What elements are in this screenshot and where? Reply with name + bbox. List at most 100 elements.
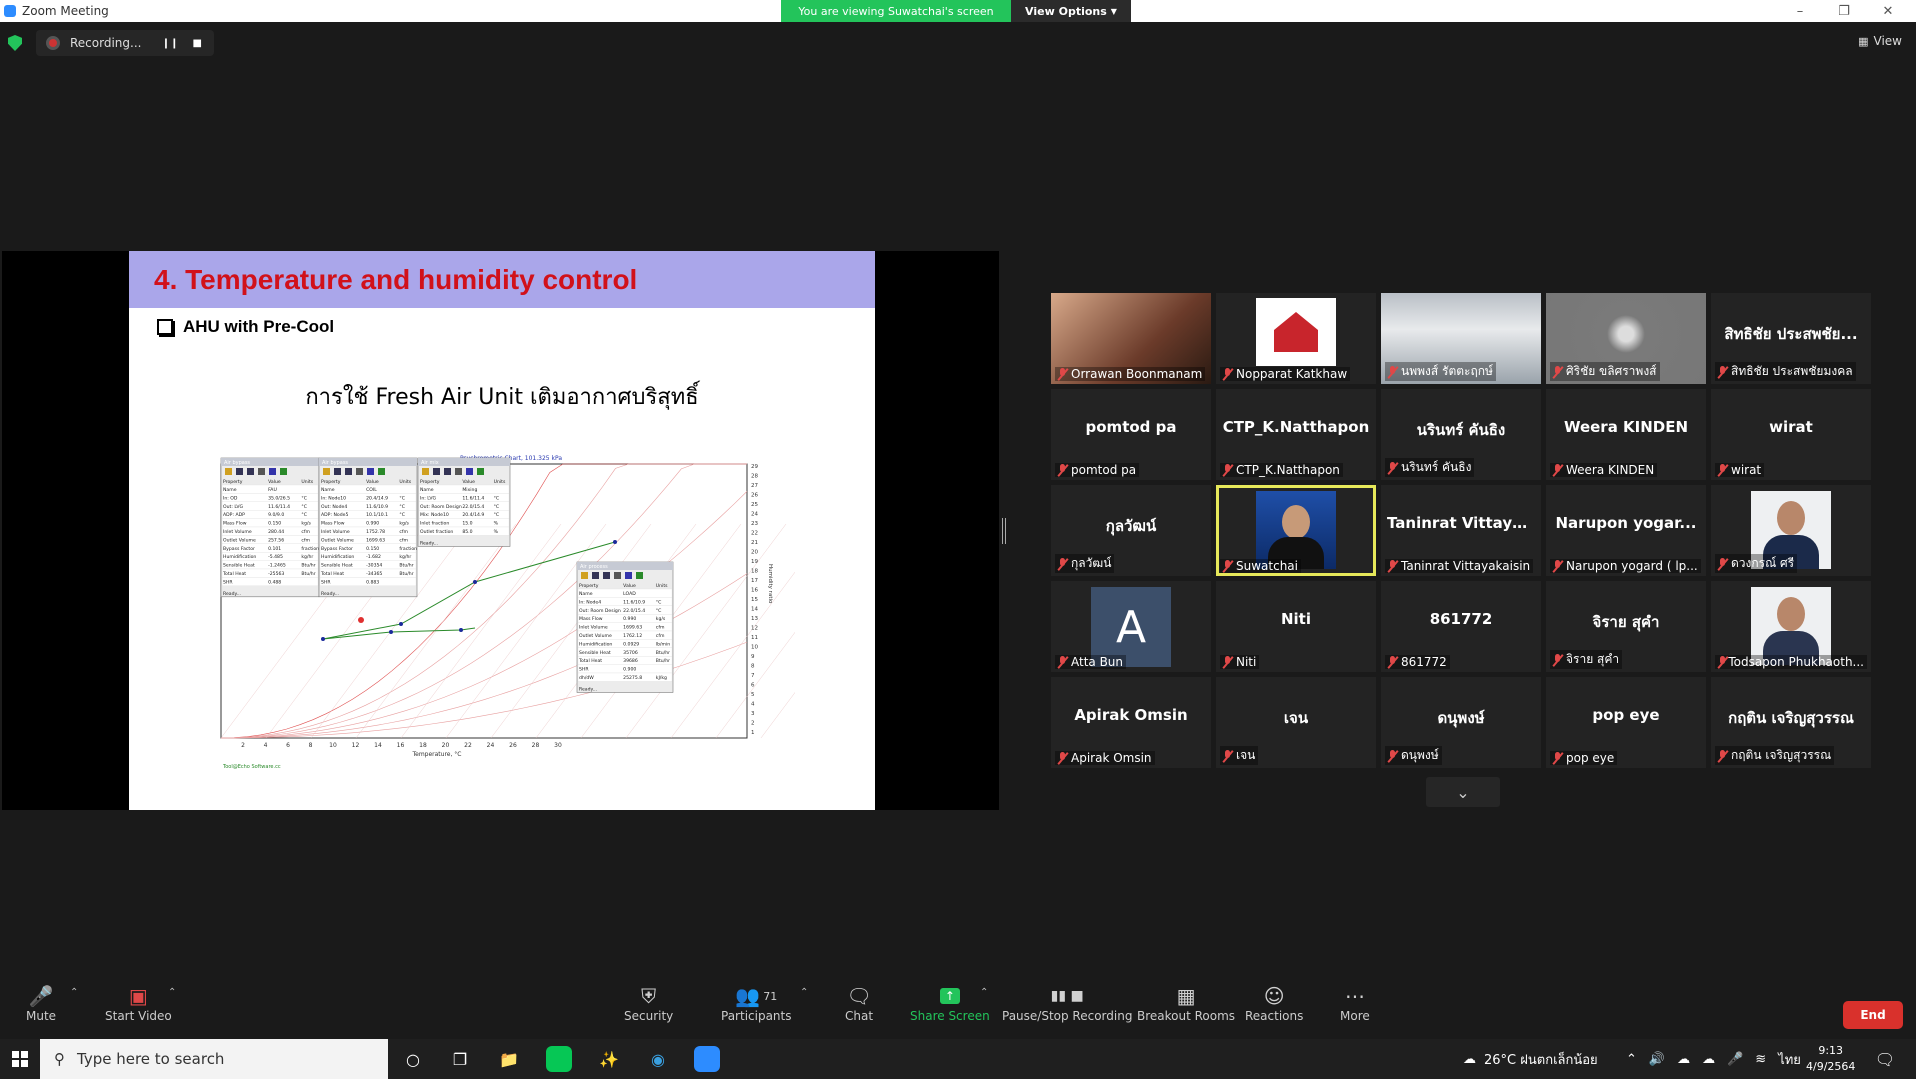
enthalpy-line [670, 523, 832, 739]
next-page-button[interactable]: ⌄ [1426, 777, 1500, 807]
view-layout-button[interactable]: ▦ View [1858, 34, 1902, 48]
breakout-rooms-label: Breakout Rooms [1137, 1009, 1236, 1023]
muted-mic-icon [1058, 464, 1067, 476]
pause-stop-recording-button[interactable]: ▮▮ ■ Pause/Stop Recording [1002, 983, 1132, 1023]
zoom-app-icon [4, 5, 16, 17]
participant-name: CTP_K.Natthapon [1236, 463, 1340, 477]
participant-name-label: pop eye [1550, 751, 1618, 765]
participants-caret-icon[interactable]: ⌃ [800, 987, 808, 998]
share-screen-button[interactable]: ↑ Share Screen [910, 983, 990, 1023]
maximize-icon[interactable]: ❐ [1822, 0, 1866, 22]
y-tick-label: 3 [751, 711, 755, 717]
participants-button[interactable]: 👥 71 Participants [721, 983, 792, 1023]
notifications-icon[interactable]: 🗨 [1872, 1046, 1898, 1072]
muted-mic-icon [1388, 656, 1397, 668]
input-language[interactable]: ไทย [1778, 1049, 1801, 1070]
security-button[interactable]: ⛨ Security [624, 983, 673, 1023]
participant-tile[interactable]: เจน เจน [1216, 677, 1376, 768]
participant-tile[interactable]: Orrawan Boonmanam [1051, 293, 1211, 384]
onedrive-icon[interactable]: ☁ [1677, 1052, 1690, 1067]
x-tick-label: 20 [442, 742, 450, 749]
taskbar-search-box[interactable]: ⚲ Type here to search [40, 1039, 388, 1079]
participant-tile[interactable]: Apirak Omsin Apirak Omsin [1051, 677, 1211, 768]
participant-tile[interactable]: Taninrat Vittaya... Taninrat Vittayakaisi… [1381, 485, 1541, 576]
zoom-taskbar-icon[interactable] [694, 1046, 720, 1072]
view-options-button[interactable]: View Options ▼ [1011, 0, 1131, 22]
state-point [389, 630, 393, 634]
y-tick-label: 15 [751, 597, 758, 603]
dialog-cell: % [494, 521, 499, 527]
toolbar-icon [603, 572, 610, 579]
dialog-cell: 0.990 [366, 521, 379, 527]
participant-name: pomtod pa [1071, 463, 1137, 477]
mute-button[interactable]: 🎤 Mute [26, 983, 56, 1023]
shared-screen[interactable]: 4. Temperature and humidity control AHU … [2, 251, 999, 810]
participant-tile[interactable]: ดวงกรณ์ ศรี [1711, 485, 1871, 576]
pause-stop-label: Pause/Stop Recording [1002, 1009, 1133, 1023]
split-divider-handle[interactable] [1002, 518, 1006, 544]
participant-tile[interactable]: กฤติน เจริญสุวรรณ กฤติน เจริญสุวรรณ [1711, 677, 1871, 768]
participant-tile[interactable]: 861772 861772 [1381, 581, 1541, 672]
dialog-cell: Inlet Volume [579, 625, 608, 631]
edge-browser-icon[interactable]: ◉ [645, 1046, 671, 1072]
chat-button[interactable]: 🗨 Chat [845, 983, 873, 1023]
x-tick-label: 22 [464, 742, 472, 749]
dialog-column-header: Units [301, 479, 313, 485]
participant-tile[interactable]: Weera KINDEN Weera KINDEN [1546, 389, 1706, 480]
share-options-caret-icon[interactable]: ⌃ [980, 987, 988, 998]
participant-tile[interactable]: นรินทร์ คันธิง นรินทร์ คันธิง [1381, 389, 1541, 480]
participant-tile[interactable]: Niti Niti [1216, 581, 1376, 672]
participant-name-label: Weera KINDEN [1550, 463, 1658, 477]
participant-tile[interactable]: สิทธิชัย ประสพชัย... สิทธิชัย ประสพชัยมงค… [1711, 293, 1871, 384]
end-meeting-button[interactable]: End [1843, 1001, 1903, 1029]
participant-display-name: จิราย สุคำ [1592, 613, 1660, 631]
taskbar-clock[interactable]: 9:13 4/9/2564 [1806, 1043, 1855, 1075]
file-explorer-icon[interactable]: 📁 [496, 1046, 522, 1072]
dialog-cell: Humidification [223, 554, 256, 560]
breakout-rooms-button[interactable]: ▦ Breakout Rooms [1137, 983, 1235, 1023]
y-tick-label: 5 [751, 692, 755, 698]
participant-tile[interactable]: Nopparat Katkhaw [1216, 293, 1376, 384]
pause-recording-icon[interactable]: ❙❙ [162, 38, 179, 49]
minimize-icon[interactable]: – [1778, 0, 1822, 22]
dialog-cell: kg/s [301, 521, 311, 527]
participant-tile[interactable]: Todsapon Phukhaoth... [1711, 581, 1871, 672]
microphone-icon: 🎤 [28, 984, 54, 1008]
cloud-icon[interactable]: ☁ [1702, 1052, 1715, 1067]
video-options-caret-icon[interactable]: ⌃ [168, 987, 176, 998]
weather-widget[interactable]: ☁ 26°C ฝนตกเล็กน้อย [1463, 1039, 1598, 1079]
reactions-button[interactable]: ☺ Reactions [1245, 983, 1303, 1023]
more-button[interactable]: ⋯ More [1340, 983, 1370, 1023]
windows-start-icon[interactable] [0, 1039, 40, 1079]
participant-tile[interactable]: Suwatchai [1216, 485, 1376, 576]
participant-tile[interactable]: จิราย สุคำ จิราย สุคำ [1546, 581, 1706, 672]
cortana-icon[interactable]: ○ [400, 1046, 426, 1072]
line-app-icon[interactable] [546, 1046, 572, 1072]
stop-recording-icon[interactable]: ■ [193, 38, 202, 49]
participant-tile[interactable]: นพพงส์ รัตตะฤกษ์ [1381, 293, 1541, 384]
participant-tile[interactable]: กุลวัฒน์ กุลวัฒน์ [1051, 485, 1211, 576]
participants-label: Participants [721, 1009, 792, 1023]
participant-tile[interactable]: pomtod pa pomtod pa [1051, 389, 1211, 480]
participant-tile[interactable]: Narupon yogar... Narupon yogard ( lp... [1546, 485, 1706, 576]
wifi-icon[interactable]: ≋ [1755, 1052, 1766, 1067]
toolbar-icon [323, 468, 330, 475]
participant-tile[interactable]: A Atta Bun [1051, 581, 1211, 672]
participant-tile[interactable]: pop eye pop eye [1546, 677, 1706, 768]
volume-icon[interactable]: 🔊 [1649, 1052, 1665, 1067]
encryption-shield-icon[interactable] [8, 35, 22, 51]
participant-tile[interactable]: wirat wirat [1711, 389, 1871, 480]
participant-tile[interactable]: ศิริชัย ขลิศราพงส์ [1546, 293, 1706, 384]
tray-expand-icon[interactable]: ⌃ [1626, 1052, 1637, 1067]
audio-options-caret-icon[interactable]: ⌃ [70, 987, 78, 998]
snip-tool-icon[interactable]: ✨ [596, 1046, 622, 1072]
dialog-cell: 22.0/15.4 [462, 504, 484, 510]
close-icon[interactable]: ✕ [1866, 0, 1910, 22]
mic-tray-icon[interactable]: 🎤 [1727, 1052, 1743, 1067]
participant-tile[interactable]: ดนุพงษ์ ดนุพงษ์ [1381, 677, 1541, 768]
muted-mic-icon [1388, 749, 1397, 762]
participant-tile[interactable]: CTP_K.Natthapon CTP_K.Natthapon [1216, 389, 1376, 480]
task-view-icon[interactable]: ❐ [447, 1046, 473, 1072]
start-video-button[interactable]: ▣ Start Video [105, 983, 172, 1023]
dialog-cell: 0.150 [268, 521, 281, 527]
